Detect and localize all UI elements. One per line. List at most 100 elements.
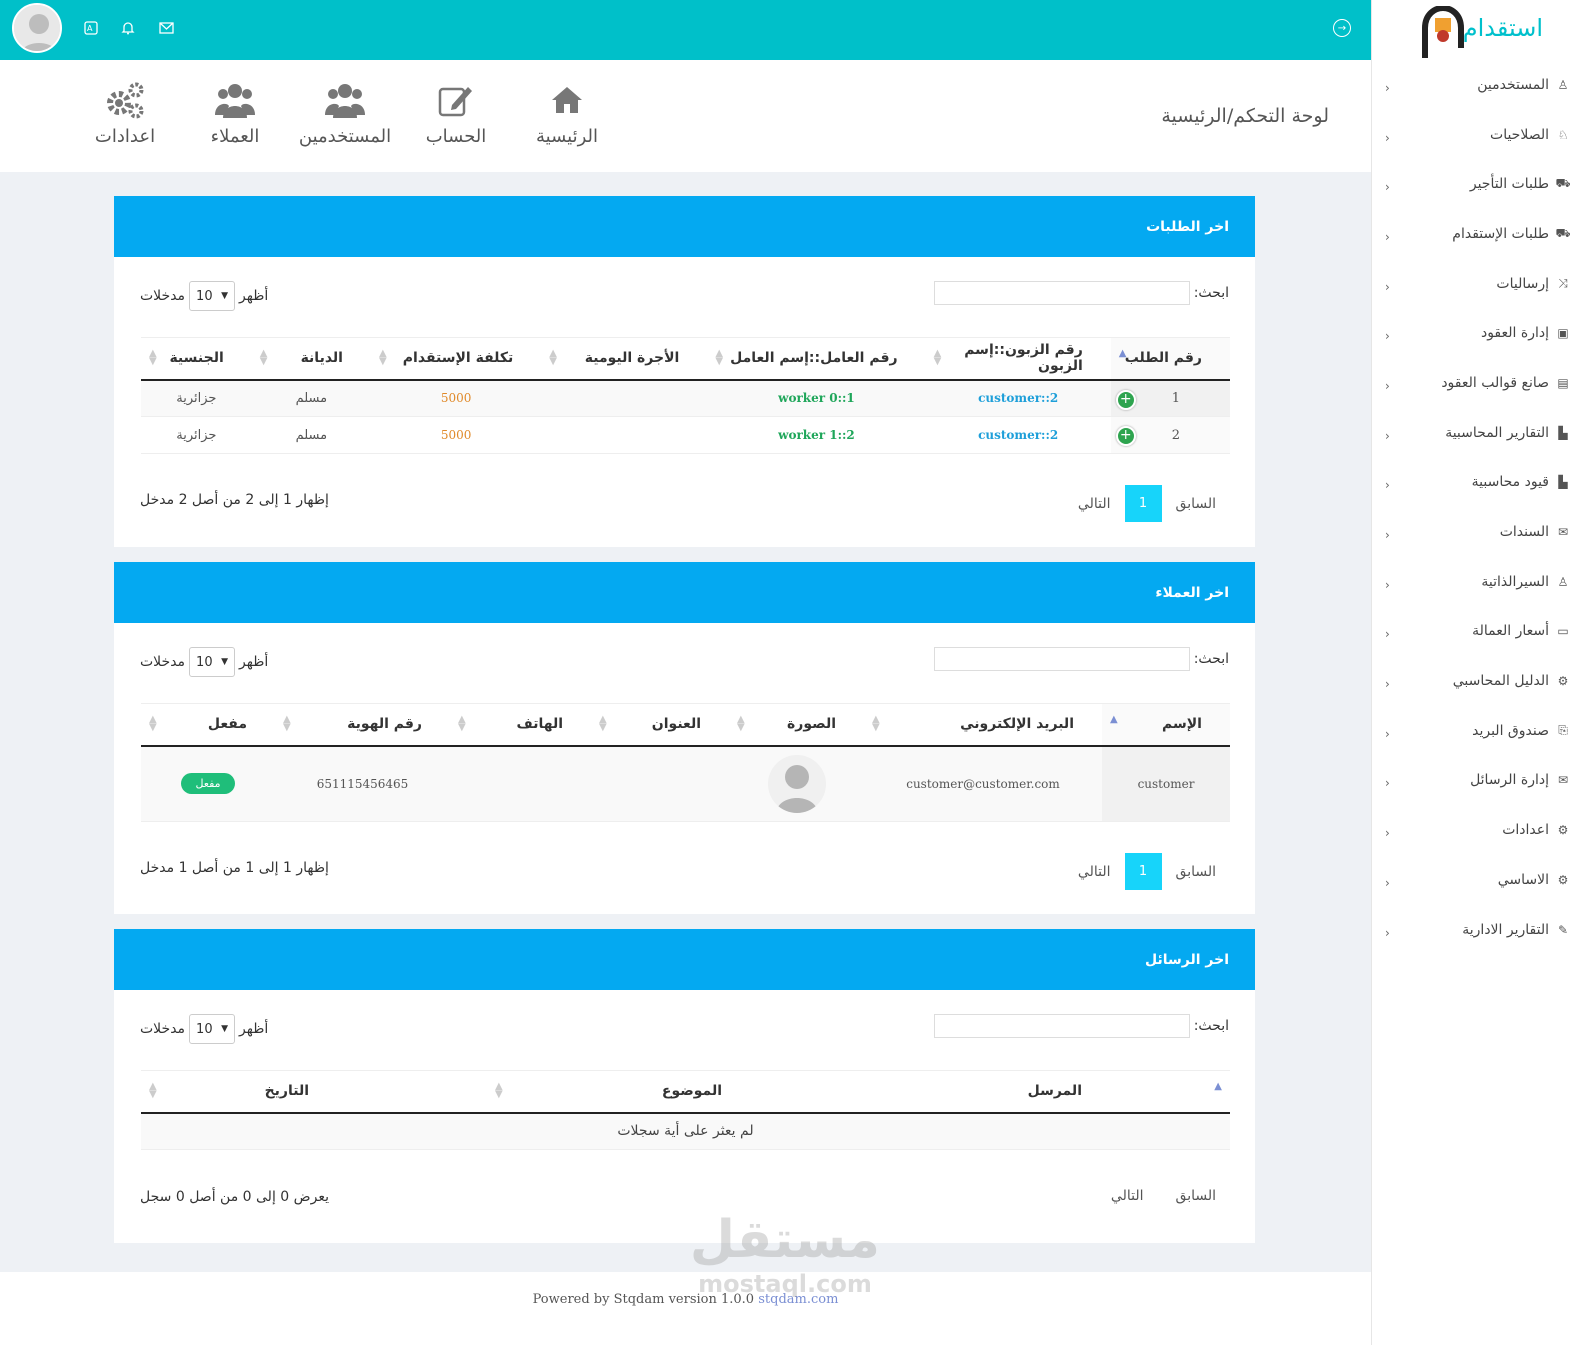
- page-length-select[interactable]: 10 ▼: [189, 281, 236, 311]
- sidebar-item-messages[interactable]: ✉ إدارة الرسائل ‹: [1371, 756, 1583, 806]
- chevron-left-icon: ‹: [1385, 428, 1390, 443]
- expand-row-icon[interactable]: +: [1115, 389, 1136, 410]
- translate-icon[interactable]: A: [82, 19, 100, 37]
- sidebar-item-recruitment-requests[interactable]: ⛟ طلبات الإستقدام ‹: [1371, 209, 1583, 259]
- table-row[interactable]: 2 + customer::2 worker 1::2 5000 مسلم جز…: [141, 416, 1230, 454]
- sidebar-item-permissions[interactable]: ♘ الصلاحيات ‹: [1371, 110, 1583, 160]
- expand-row-icon[interactable]: +: [1115, 426, 1136, 446]
- prev-button[interactable]: السابق: [1176, 496, 1216, 512]
- inbox-icon: ⎘: [1558, 723, 1568, 738]
- user-avatar[interactable]: [12, 3, 62, 53]
- bell-icon[interactable]: [119, 19, 137, 37]
- table-row[interactable]: 1 + customer::2 worker 0::1 5000 مسلم جز…: [141, 379, 1230, 417]
- column-header[interactable]: الصورة ▲ ▼: [729, 703, 864, 747]
- sidebar-item-mailbox[interactable]: ⎘ صندوق البريد ‹: [1371, 706, 1583, 756]
- column-header[interactable]: تكلفة الإستقدام ▲ ▼: [370, 337, 542, 381]
- sort-icon: ▲ ▼: [549, 348, 557, 367]
- column-header[interactable]: التاريخ ▲ ▼: [141, 1070, 487, 1114]
- messages-table: المرسل ▲ الموضوع ▲ ▼ التاريخ ▲ ▼ لم يعثر على …: [141, 1070, 1230, 1150]
- cart-icon: ⛟: [1555, 225, 1571, 240]
- column-header[interactable]: العنوان ▲ ▼: [591, 703, 729, 747]
- column-header[interactable]: الهاتف ▲ ▼: [450, 703, 591, 747]
- sidebar-item-journal-entries[interactable]: ▙ قيود محاسبية ‹: [1371, 458, 1583, 508]
- page-length-select[interactable]: 10 ▼: [189, 647, 236, 677]
- search-input[interactable]: [933, 647, 1190, 671]
- page-button[interactable]: 1: [1124, 853, 1162, 890]
- table-info: إظهار 1 إلى 1 من أصل 1 مدخل: [140, 860, 329, 876]
- sidebar-item-users[interactable]: ♙ المستخدمين ‹: [1371, 60, 1583, 110]
- search-box: ابحث:: [933, 1014, 1229, 1038]
- column-header[interactable]: الجنسية ▲ ▼: [141, 337, 252, 381]
- sort-asc-icon: ▲: [1110, 714, 1118, 725]
- sidebar-item-rental-requests[interactable]: ⛟ طلبات التأجير ‹: [1371, 159, 1583, 209]
- column-header[interactable]: مفعل ▲ ▼: [141, 703, 275, 747]
- file-icon: ▙: [1558, 475, 1568, 490]
- footer-link[interactable]: stqdam.com: [758, 1292, 838, 1307]
- sidebar-menu: ♙ المستخدمين ‹ ♘ الصلاحيات ‹ ⛟ طلبات التأجير ‹…: [1371, 60, 1583, 954]
- next-button[interactable]: التالي: [1111, 1188, 1144, 1204]
- sidebar-item-cvs[interactable]: ♙ السيرالذاتية ‹: [1371, 557, 1583, 607]
- sidebar-item-chart-of-accounts[interactable]: ⚙ الدليل المحاسبي ‹: [1371, 656, 1583, 706]
- sort-icon: ▲ ▼: [149, 348, 157, 367]
- chevron-left-icon: ‹: [1385, 130, 1390, 145]
- caret-down-icon: ▼: [221, 1024, 229, 1034]
- logo[interactable]: استقدام: [1413, 2, 1543, 60]
- sidebar-item-vouchers[interactable]: ✉ السندات ‹: [1371, 507, 1583, 557]
- pagination: السابق التالي: [1111, 1188, 1216, 1204]
- column-header[interactable]: رقم الطلب ▲: [1110, 337, 1230, 381]
- sidebar-item-basics[interactable]: ⚙ الاساسي ‹: [1371, 855, 1583, 905]
- column-header[interactable]: رقم العامل::إسم العامل ▲ ▼: [707, 337, 926, 381]
- column-header[interactable]: الأجرة اليومية ▲ ▼: [541, 337, 708, 381]
- latest-messages-panel: اخر الرسائل ابحث: أظهر 10 ▼ مدخلات المرسل…: [114, 929, 1255, 1243]
- sort-icon: ▲ ▼: [378, 348, 387, 367]
- sidebar-item-contracts[interactable]: ▣ إدارة العقود ‹: [1371, 308, 1583, 358]
- sort-icon: ▲ ▼: [715, 348, 724, 367]
- sidebar-item-contract-templates[interactable]: ▤ صانع قوالب العقود ‹: [1371, 358, 1583, 408]
- column-header[interactable]: الديانة ▲ ▼: [251, 337, 371, 381]
- column-header[interactable]: الموضوع ▲ ▼: [487, 1070, 870, 1114]
- sidebar-item-settings[interactable]: ⚙ اعدادات ‹: [1371, 805, 1583, 855]
- sidebar-item-dispatches[interactable]: ⤨ إرساليات ‹: [1371, 259, 1583, 309]
- sidebar-item-admin-reports[interactable]: ✎ التقارير الادارية ‹: [1371, 905, 1583, 955]
- sort-icon: ▲ ▼: [283, 714, 291, 733]
- search-input[interactable]: [933, 281, 1190, 305]
- quick-link-account[interactable]: الحساب: [401, 78, 511, 147]
- book-icon: ▤: [1557, 375, 1569, 390]
- sidebar-item-accounting-reports[interactable]: ▙ التقارير المحاسبية ‹: [1371, 408, 1583, 458]
- table-row[interactable]: customer customer@customer.com 651115456…: [141, 745, 1230, 822]
- column-header[interactable]: الإسم ▲: [1102, 703, 1230, 747]
- pagination: السابق 1 التالي: [1078, 853, 1216, 890]
- status-badge[interactable]: مفعل: [181, 773, 235, 795]
- shuffle-icon: ⤨: [1558, 276, 1568, 291]
- quick-link-users[interactable]: المستخدمين: [290, 78, 400, 147]
- page-length-control: أظهر 10 ▼ مدخلات: [140, 1014, 268, 1044]
- chevron-left-icon: ‹: [1385, 627, 1390, 642]
- next-button[interactable]: التالي: [1078, 496, 1111, 512]
- search-input[interactable]: [933, 1014, 1190, 1038]
- page-length-select[interactable]: 10 ▼: [189, 1014, 236, 1044]
- logout-icon[interactable]: →: [1333, 19, 1351, 37]
- page-length-control: أظهر 10 ▼ مدخلات: [140, 281, 268, 311]
- gears-icon: [70, 78, 180, 122]
- pagination: السابق 1 التالي: [1078, 485, 1216, 522]
- prev-button[interactable]: السابق: [1176, 864, 1216, 880]
- column-header[interactable]: رقم الهوية ▲ ▼: [275, 703, 450, 747]
- chevron-left-icon: ‹: [1385, 726, 1390, 741]
- chevron-left-icon: ‹: [1385, 527, 1390, 542]
- prev-button[interactable]: السابق: [1176, 1188, 1216, 1204]
- sort-icon: ▲ ▼: [458, 714, 466, 733]
- sidebar-item-labor-prices[interactable]: ▭ أسعار العمالة ‹: [1371, 607, 1583, 657]
- mail-icon[interactable]: [157, 19, 175, 37]
- logo-mark-icon: [1422, 6, 1464, 58]
- page-header: لوحة التحكم/الرئيسية الرئيسية الحساب الم…: [0, 60, 1371, 172]
- chevron-left-icon: ‹: [1385, 825, 1390, 840]
- column-header[interactable]: رقم الزبون::إسم الزبون ▲ ▼: [925, 337, 1111, 381]
- quick-link-customers[interactable]: العملاء: [180, 78, 290, 147]
- column-header[interactable]: البريد الإلكتروني ▲ ▼: [864, 703, 1102, 747]
- chevron-left-icon: ‹: [1385, 925, 1390, 940]
- quick-link-home[interactable]: الرئيسية: [512, 78, 622, 147]
- page-button[interactable]: 1: [1124, 485, 1162, 522]
- column-header[interactable]: المرسل ▲: [870, 1070, 1230, 1114]
- next-button[interactable]: التالي: [1078, 864, 1111, 880]
- quick-link-settings[interactable]: اعدادات: [70, 78, 180, 147]
